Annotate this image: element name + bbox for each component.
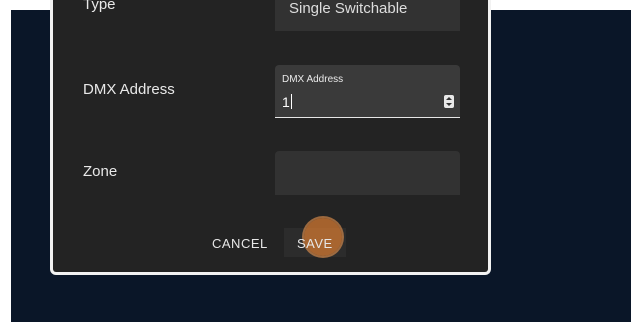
cancel-button[interactable]: CANCEL (212, 236, 268, 251)
edit-dialog: Type Single Switchable DMX Address DMX A… (50, 0, 491, 275)
bottom-strip (0, 322, 635, 329)
dmx-address-label: DMX Address (83, 81, 175, 98)
spinner-up-icon[interactable] (446, 97, 452, 100)
dmx-address-value: 1 (282, 94, 290, 110)
dmx-address-field[interactable]: DMX Address 1 (275, 65, 460, 118)
number-spinner-icon[interactable] (444, 95, 454, 108)
dmx-address-input[interactable]: 1 (282, 94, 292, 110)
zone-label: Zone (83, 163, 118, 180)
type-select[interactable]: Single Switchable (275, 0, 460, 31)
type-label: Type (83, 0, 116, 13)
dmx-address-floating-label: DMX Address (282, 74, 344, 85)
zone-select[interactable] (275, 151, 460, 195)
text-caret (290, 94, 292, 109)
type-value: Single Switchable (289, 0, 408, 17)
spinner-down-icon[interactable] (446, 103, 452, 106)
save-button[interactable]: SAVE (297, 236, 333, 251)
